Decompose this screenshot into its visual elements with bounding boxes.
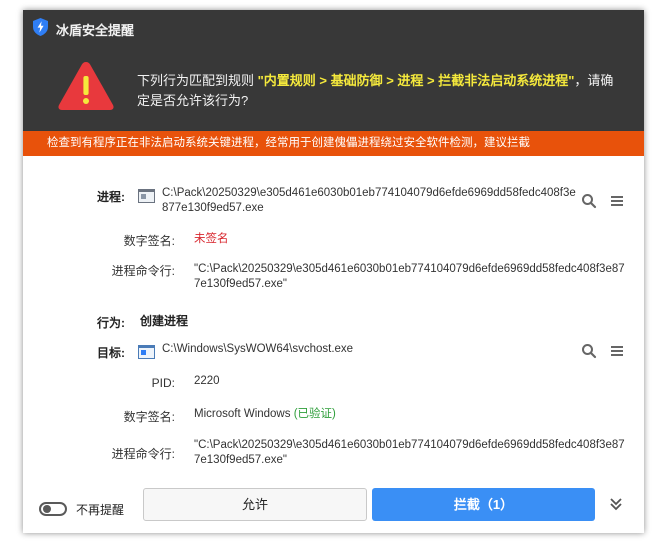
action-value: 创建进程 — [140, 314, 189, 328]
pid-value: 2220 — [194, 375, 220, 387]
allow-button[interactable]: 允许 — [143, 488, 367, 521]
target-signer: Microsoft Windows — [194, 408, 294, 420]
process-cmdline-label: 进程命令行: — [111, 264, 175, 278]
window-app-icon — [138, 345, 155, 359]
alert-message-prefix: 下列行为匹配到规则 — [137, 73, 258, 88]
target-cmdline-label: 进程命令行: — [111, 447, 175, 461]
matched-rule: "内置规则 > 基础防御 > 进程 > 拦截非法启动系统进程" — [257, 73, 575, 88]
search-icon[interactable] — [581, 193, 597, 209]
process-signature-label: 数字签名: — [123, 234, 175, 248]
target-label: 目标: — [97, 346, 125, 360]
process-signature-value: 未签名 — [194, 233, 229, 245]
alert-message: 下列行为匹配到规则 "内置规则 > 基础防御 > 进程 > 拦截非法启动系统进程… — [137, 71, 617, 111]
action-label: 行为: — [97, 316, 125, 330]
double-chevron-down-icon[interactable] — [609, 496, 623, 512]
alert-header: 下列行为匹配到规则 "内置规则 > 基础防御 > 进程 > 拦截非法启动系统进程… — [23, 46, 644, 131]
dont-remind-toggle[interactable] — [39, 502, 67, 516]
window-title: 冰盾安全提醒 — [56, 23, 135, 38]
alert-window: 冰盾安全提醒 下列行为匹配到规则 "内置规则 > 基础防御 > 进程 > 拦截非… — [23, 10, 644, 533]
search-icon[interactable] — [581, 343, 597, 359]
pid-label: PID: — [151, 376, 175, 390]
exe-file-icon — [138, 189, 155, 203]
menu-icon[interactable] — [609, 343, 625, 359]
risk-banner: 检查到有程序正在非法启动系统关键进程，经常用于创建傀儡进程绕过安全软件检测，建议… — [23, 131, 644, 156]
target-cmdline-value: "C:\Pack\20250329\e305d461e6030b01eb7741… — [194, 439, 625, 466]
target-signature-value: Microsoft Windows (已验证) — [194, 407, 494, 422]
process-cmdline-value: "C:\Pack\20250329\e305d461e6030b01eb7741… — [194, 263, 625, 290]
process-label: 进程: — [97, 190, 125, 204]
title-bar: 冰盾安全提醒 — [23, 10, 644, 46]
process-path: C:\Pack\20250329\e305d461e6030b01eb77410… — [162, 187, 576, 214]
block-button[interactable]: 拦截（1） — [372, 488, 595, 521]
dont-remind-label: 不再提醒 — [76, 503, 125, 517]
menu-icon[interactable] — [609, 193, 625, 209]
shield-bolt-icon — [33, 18, 48, 36]
warning-triangle-icon — [58, 62, 114, 110]
target-signature-label: 数字签名: — [123, 410, 175, 424]
verified-badge: (已验证) — [293, 408, 336, 420]
toggle-knob — [43, 505, 51, 513]
footer-bar: 不再提醒 允许 拦截（1） — [23, 476, 644, 533]
target-path: C:\Windows\SysWOW64\svchost.exe — [162, 343, 354, 355]
details-panel: 进程: C:\Pack\20250329\e305d461e6030b01eb7… — [23, 156, 644, 476]
